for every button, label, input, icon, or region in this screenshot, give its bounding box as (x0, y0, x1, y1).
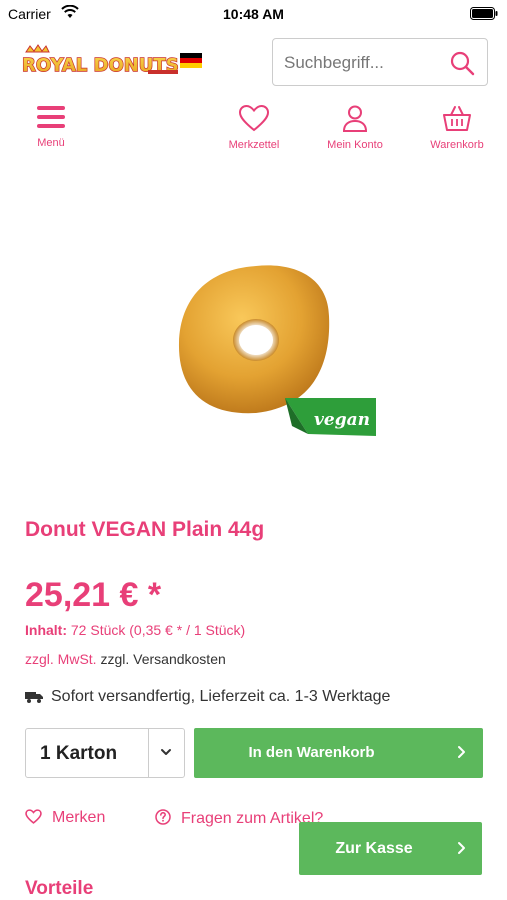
question-circle-icon (155, 809, 171, 825)
user-icon (342, 105, 368, 132)
nav-cart[interactable]: Warenkorb (421, 104, 493, 151)
heart-outline-icon (25, 809, 42, 824)
content-info: Inhalt: 72 Stück (0,35 € * / 1 Stück) (25, 622, 245, 638)
battery-icon (470, 7, 498, 20)
wishlist-link[interactable]: Merken (25, 809, 105, 827)
quantity-value: 1 Karton (40, 743, 118, 764)
chevron-right-icon (458, 746, 465, 758)
truck-icon (25, 692, 43, 703)
content-value: 72 Stück (0,35 € * / 1 Stück) (70, 622, 246, 638)
chevron-right-icon (458, 842, 465, 854)
checkout-button[interactable]: Zur Kasse (299, 822, 482, 875)
product-title: Donut VEGAN Plain 44g (25, 518, 265, 541)
chevron-down-icon[interactable] (159, 745, 173, 759)
heart-icon (238, 104, 270, 132)
checkout-label: Zur Kasse (335, 840, 413, 857)
add-to-cart-label: In den Warenkorb (248, 744, 375, 761)
wishlist-link-label: Merken (52, 809, 106, 826)
nav-cart-label: Warenkorb (430, 139, 484, 151)
delivery-text: Sofort versandfertig, Lieferzeit ca. 1-3… (51, 688, 391, 705)
product-image[interactable]: vegan (168, 258, 384, 444)
product-price: 25,21 € * (25, 576, 162, 614)
vegan-badge: vegan (314, 410, 370, 430)
nav-wishlist[interactable]: Merkzettel (219, 104, 289, 151)
nav-menu-label: Menü (37, 137, 65, 149)
clock: 10:48 AM (223, 6, 284, 22)
add-to-cart-button[interactable]: In den Warenkorb (194, 728, 483, 778)
nav-account-label: Mein Konto (327, 139, 383, 151)
quantity-select[interactable]: 1 Karton (25, 728, 185, 778)
tax-info: zzgl. MwSt. zzgl. Versandkosten (25, 651, 226, 667)
royal-donuts-logo[interactable]: ROYAL DONUTS (20, 44, 204, 78)
hamburger-menu-icon (37, 106, 65, 128)
nav-account[interactable]: Mein Konto (318, 104, 392, 151)
search-input[interactable] (284, 50, 444, 76)
quantity-divider (148, 729, 149, 777)
nav-menu[interactable]: Menü (22, 104, 80, 149)
search-icon[interactable] (449, 50, 475, 76)
delivery-info: Sofort versandfertig, Lieferzeit ca. 1-3… (25, 688, 390, 706)
basket-icon (443, 106, 471, 131)
section-title-advantages: Vorteile (25, 878, 94, 899)
status-bar: Carrier 10:48 AM (0, 0, 507, 30)
shipping-link[interactable]: zzgl. Versandkosten (100, 651, 225, 667)
content-label: Inhalt: (25, 622, 67, 638)
search-box[interactable] (272, 38, 488, 86)
nav-wishlist-label: Merkzettel (228, 139, 280, 151)
tax-link[interactable]: zzgl. MwSt. (25, 651, 97, 667)
